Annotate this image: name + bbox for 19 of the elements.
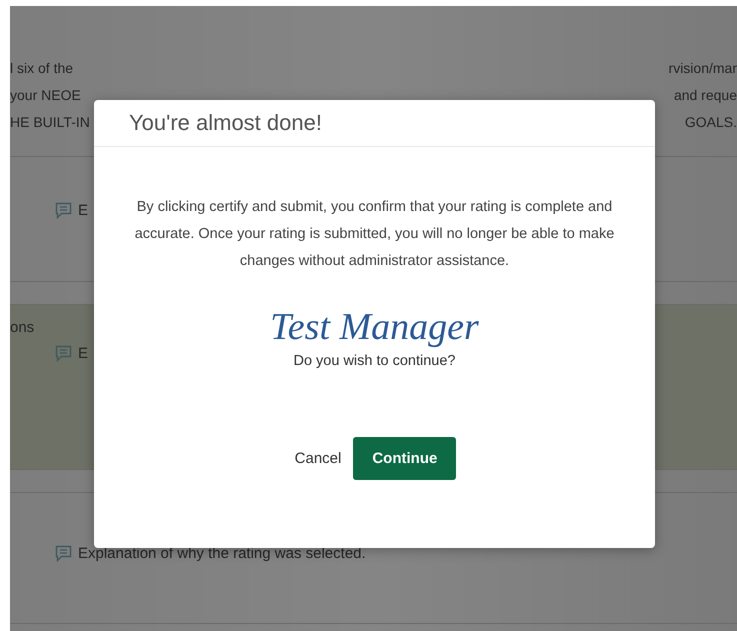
competency-title: ons <box>10 319 34 336</box>
explanation-text: E <box>78 345 88 362</box>
intro-text: rvision/mar <box>668 59 737 78</box>
confirmation-message: By clicking certify and submit, you confirm that your rating is complete and accurate. Once your rating is submitted, you will no longer be able to make changes without administrator assistance. <box>134 198 616 271</box>
comment-icon <box>55 545 72 562</box>
intro-text: HE BUILT-IN <box>10 113 90 132</box>
continue-button[interactable]: Continue <box>353 437 456 480</box>
comment-icon <box>55 345 72 362</box>
intro-text: GOALS. <box>684 113 737 132</box>
signature: Test Manager <box>270 307 479 347</box>
cancel-button[interactable]: Cancel <box>292 446 344 471</box>
intro-text: your NEOE <box>10 86 81 105</box>
intro-text: l six of the <box>10 59 74 78</box>
modal-title: You're almost done! <box>129 110 322 136</box>
intro-text: and reque <box>674 86 737 105</box>
explanation-text: E <box>78 202 88 219</box>
explanation-text: Explanation of why the rating was selected. <box>78 545 366 562</box>
comment-icon <box>55 202 72 219</box>
continue-prompt: Do you wish to continue? <box>293 353 456 369</box>
